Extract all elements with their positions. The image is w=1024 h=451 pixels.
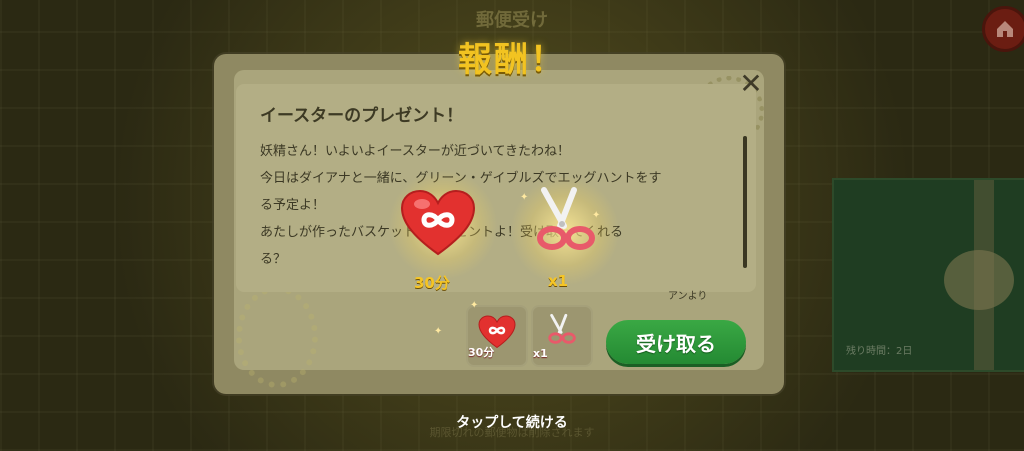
message-scrollbar[interactable] xyxy=(743,136,747,268)
message-line: 妖精さん！いよいよイースターが近づいてきたわね！ xyxy=(260,144,571,159)
scissors-icon xyxy=(548,313,576,344)
message-line: 今日はダイアナと一緒に、グリーン・ゲイブルズでエッグハントをす xyxy=(260,165,740,192)
receive-button[interactable]: 受け取る xyxy=(606,320,746,364)
reward-heart-label: 30分 xyxy=(414,274,450,292)
scissors-icon xyxy=(537,187,595,250)
sparkle-icon: ✦ xyxy=(434,326,443,337)
tap-to-continue[interactable]: タップして続ける xyxy=(0,412,1024,432)
slot-heart-label: 30分 xyxy=(468,346,495,359)
mailbox-title: 郵便受け xyxy=(476,10,548,31)
reward-title: 報酬！ xyxy=(458,40,566,80)
heart-infinity-icon xyxy=(400,190,476,256)
message-signature: アンより xyxy=(668,291,708,302)
deadline-text: 残り時間：2日 xyxy=(846,346,913,357)
reward-slot-scissors: x1 xyxy=(531,305,593,367)
message-title: イースターのプレゼント！ xyxy=(260,106,464,126)
message-line: る？ xyxy=(260,252,287,267)
sparkle-icon: ✦ xyxy=(592,210,601,221)
message-body: 妖精さん！いよいよイースターが近づいてきたわね！ 今日はダイアナと一緒に、グリー… xyxy=(260,138,740,273)
reward-slot-heart: 30分 xyxy=(466,305,528,367)
sparkle-icon: ✦ xyxy=(470,300,479,311)
slot-scissors-label: x1 xyxy=(533,347,548,360)
message-line: る予定よ！ xyxy=(260,198,326,213)
gift-rosette xyxy=(944,250,1014,310)
gift-card-background: 残り時間：2日 xyxy=(832,178,1024,372)
sparkle-icon: ✦ xyxy=(520,192,529,203)
wreath-decoration xyxy=(236,286,318,388)
reward-scissors-label: x1 xyxy=(548,272,569,290)
message-line: あたしが作ったバスケットのプレゼントよ！受け取ってくれる xyxy=(260,219,740,246)
